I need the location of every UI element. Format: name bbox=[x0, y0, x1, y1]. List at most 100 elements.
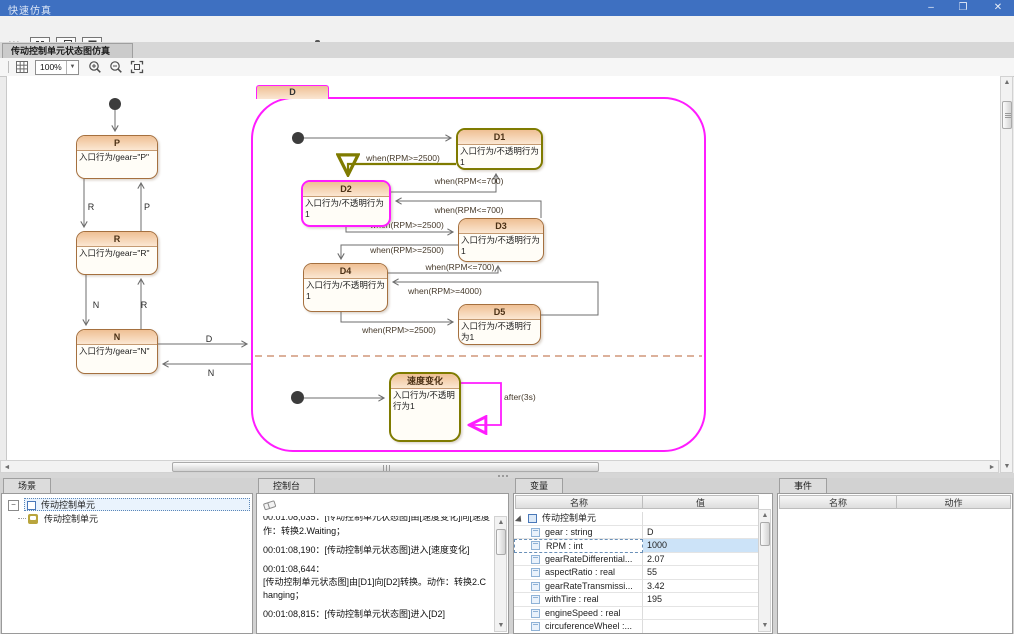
console-line: 00:01:08,815：[传动控制单元状态图]进入[D2] bbox=[263, 608, 490, 621]
state-d-tab[interactable]: D bbox=[256, 85, 329, 99]
simulation-window: 快速仿真 – ❐ ✕ 动画速度 传动 bbox=[0, 0, 1014, 634]
scene-tree: − 传动控制单元 传动控制单元 bbox=[1, 493, 253, 634]
toolbar-separator bbox=[8, 61, 9, 73]
state-r[interactable]: R 入口行为/gear="R" bbox=[76, 231, 158, 275]
transition-guard-label: when(RPM>=4000) bbox=[407, 286, 482, 296]
scroll-left-icon[interactable]: ◄ bbox=[1, 462, 13, 473]
vertical-scrollbar-thumb[interactable] bbox=[1002, 101, 1012, 129]
horizontal-scrollbar-thumb[interactable] bbox=[172, 462, 599, 472]
state-speed-change[interactable]: 速度变化 入口行为/不透明行为1 bbox=[389, 372, 461, 442]
initial-state-dot bbox=[109, 98, 121, 110]
console-line: 00:01:08,190：[传动控制单元状态图]进入[速度变化] bbox=[263, 544, 490, 557]
transition-label: N bbox=[208, 368, 215, 378]
events-table: 名称 动作 bbox=[777, 493, 1013, 634]
canvas-toolbar: 100% ▼ bbox=[0, 58, 1014, 77]
scene-tree-child-row[interactable]: 传动控制单元 bbox=[6, 513, 250, 527]
tab-state-diagram-simulation[interactable]: 传动控制单元状态图仿真 bbox=[2, 43, 133, 59]
column-header-name[interactable]: 名称 bbox=[779, 495, 897, 509]
tab-variables[interactable]: 变量 bbox=[515, 478, 563, 494]
maximize-button[interactable]: ❐ bbox=[950, 0, 976, 16]
state-diagram-icon bbox=[28, 514, 38, 524]
tree-connector bbox=[18, 518, 26, 520]
variable-group-row[interactable]: 传动控制单元 bbox=[514, 512, 759, 526]
grid-icon bbox=[15, 66, 29, 76]
transition-label: N bbox=[93, 300, 100, 310]
variables-panel: 变量 名称 值 传动控制单元 gear : string D RPM bbox=[513, 478, 773, 634]
grid-toggle-button[interactable] bbox=[15, 60, 29, 76]
console-line: hanging； bbox=[263, 589, 490, 602]
zoom-level-select[interactable]: 100% ▼ bbox=[35, 60, 79, 75]
scene-root-selection[interactable]: 传动控制单元 bbox=[24, 498, 250, 511]
variable-row[interactable]: gearRateTransmissi... 3.42 bbox=[514, 580, 759, 594]
horizontal-scrollbar[interactable]: ◄ ► bbox=[0, 460, 999, 473]
transition-guard-label: when(RPM>=2500) bbox=[369, 245, 444, 255]
state-n[interactable]: N 入口行为/gear="N" bbox=[76, 329, 158, 374]
firing-transition-self-loop bbox=[461, 383, 501, 425]
chevron-down-icon: ▼ bbox=[66, 61, 78, 74]
state-d4[interactable]: D4 入口行为/不透明行为1 bbox=[303, 263, 388, 312]
vertical-scrollbar[interactable]: ▲ ▼ bbox=[1000, 76, 1013, 473]
initial-state-dot bbox=[292, 132, 304, 144]
transition-label: D bbox=[206, 334, 213, 344]
console-log[interactable]: 00:01:08,035：[传动控制单元状态图]由[速度变化]向[速度变化]转换… bbox=[263, 516, 490, 631]
column-header-name[interactable]: 名称 bbox=[515, 495, 643, 509]
scroll-right-icon[interactable]: ► bbox=[986, 462, 998, 473]
diagram-canvas[interactable]: D bbox=[6, 76, 1000, 460]
model-icon bbox=[27, 501, 36, 510]
variable-row[interactable]: engineSpeed : real bbox=[514, 607, 759, 621]
document-tab-strip: 传动控制单元状态图仿真 bbox=[0, 42, 1014, 59]
variable-row[interactable]: withTire : real 195 bbox=[514, 593, 759, 607]
console-line: [传动控制单元状态图]由[D1]向[D2]转换。动作：转换2.C bbox=[263, 576, 490, 589]
tab-console[interactable]: 控制台 bbox=[258, 478, 315, 494]
scene-child-label: 传动控制单元 bbox=[44, 513, 98, 526]
zoom-in-icon bbox=[88, 66, 102, 76]
title-bar: 快速仿真 – ❐ ✕ bbox=[0, 0, 1014, 16]
fit-screen-icon bbox=[130, 66, 144, 76]
column-header-value[interactable]: 值 bbox=[642, 495, 759, 509]
scroll-down-icon[interactable]: ▼ bbox=[495, 620, 507, 631]
state-p[interactable]: P 入口行为/gear="P" bbox=[76, 135, 158, 179]
variables-scrollbar[interactable]: ▲ ▼ bbox=[758, 509, 771, 632]
scene-panel: 场景 − 传动控制单元 传动控制单元 bbox=[1, 478, 253, 634]
state-d2[interactable]: D2 入口行为/不透明行为1 bbox=[301, 180, 391, 227]
column-header-action[interactable]: 动作 bbox=[896, 495, 1011, 509]
transition-guard-label: when(RPM>=2500) bbox=[365, 153, 440, 163]
close-button[interactable]: ✕ bbox=[985, 0, 1011, 16]
console-scrollbar-thumb[interactable] bbox=[496, 529, 506, 555]
fit-to-window-button[interactable] bbox=[130, 60, 144, 76]
transition-guard-label: when(RPM<=700) bbox=[434, 205, 504, 215]
variables-scrollbar-thumb[interactable] bbox=[760, 522, 770, 546]
variable-row[interactable]: aspectRatio : real 55 bbox=[514, 566, 759, 580]
scroll-down-icon[interactable]: ▼ bbox=[1001, 461, 1013, 472]
state-d3[interactable]: D3 入口行为/不透明行为1 bbox=[458, 218, 544, 262]
clear-console-button[interactable] bbox=[262, 499, 277, 513]
transition-guard-label: when(RPM>=2500) bbox=[361, 325, 436, 335]
events-panel: 事件 名称 动作 bbox=[777, 478, 1013, 634]
variables-table: 名称 值 传动控制单元 gear : string D RPM : int 10 bbox=[513, 493, 773, 634]
minimize-button[interactable]: – bbox=[918, 0, 944, 16]
scroll-up-icon[interactable]: ▲ bbox=[495, 517, 507, 528]
zoom-out-icon bbox=[109, 66, 123, 76]
variable-row[interactable]: gearRateDifferential... 2.07 bbox=[514, 553, 759, 567]
state-d5[interactable]: D5 入口行为/不透明行为1 bbox=[458, 304, 541, 345]
console-body: 00:01:08,035：[传动控制单元状态图]由[速度变化]向[速度变化]转换… bbox=[256, 493, 509, 634]
console-scrollbar[interactable]: ▲ ▼ bbox=[494, 516, 507, 632]
tab-events[interactable]: 事件 bbox=[779, 478, 827, 494]
tree-collapse-icon[interactable]: − bbox=[8, 500, 19, 511]
scene-tree-root-row[interactable]: − 传动控制单元 bbox=[6, 498, 250, 512]
scroll-up-icon[interactable]: ▲ bbox=[1001, 77, 1013, 88]
variable-row[interactable]: circuferenceWheel :... bbox=[514, 620, 759, 634]
variable-row-rpm[interactable]: RPM : int 1000 bbox=[514, 539, 759, 553]
variable-row-gear[interactable]: gear : string D bbox=[514, 526, 759, 540]
console-panel: 控制台 00:01:08,035：[传动控制单元状态图]由[速度变化]向[速度变… bbox=[256, 478, 509, 634]
scroll-down-icon[interactable]: ▼ bbox=[759, 620, 771, 631]
tab-scene[interactable]: 场景 bbox=[3, 478, 51, 494]
transition-label: R bbox=[141, 300, 148, 310]
zoom-in-button[interactable] bbox=[88, 60, 102, 76]
bottom-panel-zone: 场景 − 传动控制单元 传动控制单元 控制台 bbox=[0, 478, 1014, 634]
transition-guard-label: after(3s) bbox=[504, 392, 536, 402]
state-d1[interactable]: D1 入口行为/不透明行为1 bbox=[456, 128, 543, 170]
zoom-out-button[interactable] bbox=[109, 60, 123, 76]
scroll-up-icon[interactable]: ▲ bbox=[759, 510, 771, 521]
active-transition-d1-d2 bbox=[348, 164, 456, 173]
